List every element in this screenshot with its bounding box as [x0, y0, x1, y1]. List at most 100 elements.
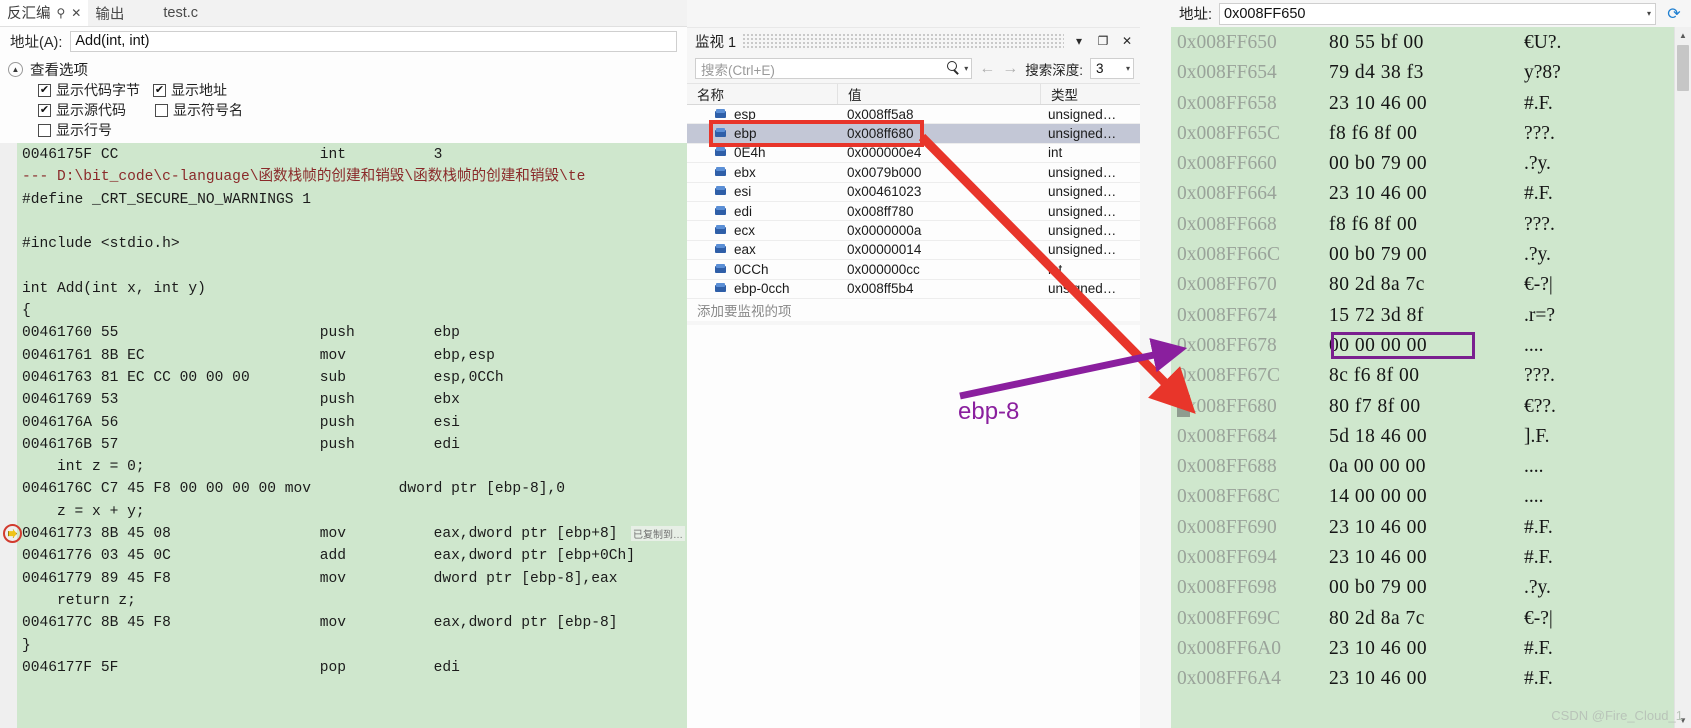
memory-hex-bytes[interactable]: 23 10 46 00: [1329, 513, 1524, 543]
memory-row[interactable]: 0x008FF660 00 b0 79 00 .?y.: [1171, 149, 1691, 179]
watch-cell-value[interactable]: 0x0000000a: [837, 223, 1040, 238]
code-line[interactable]: #define _CRT_SECURE_NO_WARNINGS 1: [22, 189, 687, 211]
memory-row[interactable]: 0x008FF654 79 d4 38 f3 y?8?: [1171, 58, 1691, 88]
checkbox-show-address[interactable]: ✔: [153, 83, 166, 97]
watch-cell-value[interactable]: 0x00000014: [837, 242, 1040, 257]
code-line[interactable]: 00461776 03 45 0C add eax,dword ptr [ebp…: [22, 545, 687, 567]
memory-row[interactable]: 0x008FF67C 8c f6 8f 00???.: [1171, 361, 1691, 391]
refresh-icon[interactable]: ⟳: [1663, 3, 1685, 25]
checkbox-show-code-bytes[interactable]: ✔: [38, 83, 51, 97]
memory-hex-bytes[interactable]: 15 72 3d 8f: [1329, 301, 1524, 331]
code-line[interactable]: #include <stdio.h>: [22, 233, 687, 255]
code-line[interactable]: 0046175F CC int 3: [22, 144, 687, 166]
memory-row[interactable]: 0x008FF684 5d 18 46 00].F.: [1171, 422, 1691, 452]
memory-scrollbar[interactable]: ▲ ▼: [1674, 27, 1691, 728]
memory-row[interactable]: 0x008FF680 80 f7 8f 00 €??.: [1171, 392, 1691, 422]
code-line[interactable]: 00461760 55 push ebp: [22, 322, 687, 344]
code-line[interactable]: --- D:\bit_code\c-language\函数栈帧的创建和销毁\函数…: [22, 166, 687, 188]
memory-row[interactable]: 0x008FF694 23 10 46 00 #.F.: [1171, 543, 1691, 573]
code-line[interactable]: 0046176C C7 45 F8 00 00 00 00 mov dword …: [22, 478, 687, 500]
code-line[interactable]: z = x + y;: [22, 501, 687, 523]
code-line[interactable]: int Add(int x, int y): [22, 278, 687, 300]
code-line[interactable]: [22, 255, 687, 277]
chevron-up-icon[interactable]: ▲: [8, 62, 23, 77]
search-icon[interactable]: [946, 61, 961, 76]
instruction-pointer-icon[interactable]: [3, 524, 22, 544]
table-row[interactable]: esi 0x00461023 unsigned…: [687, 182, 1140, 202]
table-row[interactable]: 0CCh 0x000000cc int: [687, 260, 1140, 280]
memory-hex-bytes[interactable]: 00 b0 79 00: [1329, 149, 1524, 179]
memory-hex-bytes[interactable]: 79 d4 38 f3: [1329, 58, 1524, 88]
memory-hex-bytes[interactable]: 23 10 46 00: [1329, 664, 1524, 694]
search-depth-stepper[interactable]: 3 ▾: [1090, 58, 1134, 79]
memory-hex-bytes[interactable]: 80 55 bf 00: [1329, 28, 1524, 58]
code-line-current[interactable]: 00461773 8B 45 08 mov eax,dword ptr [ebp…: [22, 523, 687, 545]
table-row[interactable]: ebx 0x0079b000 unsigned…: [687, 163, 1140, 183]
memory-row[interactable]: 0x008FF674 15 72 3d 8f .r=?: [1171, 301, 1691, 331]
column-header-type[interactable]: 类型: [1040, 84, 1140, 104]
code-line[interactable]: 0046176A 56 push esi: [22, 412, 687, 434]
memory-hex-bytes[interactable]: 14 00 00 00: [1329, 482, 1524, 512]
code-line[interactable]: 0046176B 57 push edi: [22, 434, 687, 456]
watch-cell-value[interactable]: 0x0079b000: [837, 165, 1040, 180]
memory-row[interactable]: 0x008FF69C 80 2d 8a 7c €-?|: [1171, 604, 1691, 634]
table-row[interactable]: ebp 0x008ff680 unsigned…: [687, 124, 1140, 144]
memory-hex-bytes[interactable]: 00 b0 79 00: [1329, 240, 1524, 270]
code-line[interactable]: }: [22, 635, 687, 657]
watch-add-row[interactable]: 添加要监视的项: [687, 298, 1140, 321]
table-row[interactable]: 0E4h 0x000000e4 int: [687, 143, 1140, 164]
code-line[interactable]: 0046177F 5F pop edi: [22, 657, 687, 679]
memory-row[interactable]: 0x008FF688 0a 00 00 00....: [1171, 452, 1691, 482]
memory-hex-bytes[interactable]: 00 b0 79 00: [1329, 573, 1524, 603]
table-row[interactable]: esp 0x008ff5a8 unsigned…: [687, 105, 1140, 125]
memory-hex-bytes[interactable]: 23 10 46 00: [1329, 543, 1524, 573]
code-line[interactable]: 0046177C 8B 45 F8 mov eax,dword ptr [ebp…: [22, 612, 687, 634]
memory-row[interactable]: 0x008FF690 23 10 46 00 #.F.: [1171, 513, 1691, 543]
memory-hex-bytes[interactable]: 80 2d 8a 7c: [1329, 270, 1524, 300]
chevron-down-icon[interactable]: ▾: [1126, 64, 1130, 73]
memory-hex-bytes[interactable]: 5d 18 46 00: [1329, 422, 1524, 452]
column-header-name[interactable]: 名称: [687, 84, 837, 104]
watch-search-box[interactable]: 搜索(Ctrl+E) ▾: [695, 58, 973, 79]
watch-cell-value[interactable]: 0x00461023: [837, 184, 1040, 199]
memory-row[interactable]: 0x008FF6A4 23 10 46 00 #.F.: [1171, 664, 1691, 694]
code-line[interactable]: [22, 211, 687, 233]
tab-testc[interactable]: test.c: [131, 0, 206, 26]
watch-cell-value[interactable]: 0x000000cc: [837, 262, 1040, 277]
tab-output[interactable]: 输出: [88, 0, 132, 26]
code-line[interactable]: {: [22, 300, 687, 322]
memory-hex-bytes[interactable]: 0a 00 00 00: [1329, 452, 1524, 482]
memory-row[interactable]: 0x008FF664 23 10 46 00 #.F.: [1171, 179, 1691, 209]
nav-back-icon[interactable]: ←: [979, 60, 995, 78]
memory-hex-bytes[interactable]: 00 00 00 00: [1329, 331, 1524, 361]
search-options-caret-icon[interactable]: ▾: [964, 64, 968, 73]
maximize-icon[interactable]: ❐: [1094, 32, 1112, 50]
memory-hex-bytes[interactable]: 23 10 46 00: [1329, 634, 1524, 664]
address-input[interactable]: Add(int, int): [70, 30, 677, 52]
memory-row[interactable]: 0x008FF658 23 10 46 00 #.F.: [1171, 89, 1691, 119]
watch-cell-value[interactable]: 0x008ff5b4: [837, 281, 1040, 296]
memory-row[interactable]: 0x008FF670 80 2d 8a 7c €-?|: [1171, 270, 1691, 300]
memory-row[interactable]: 0x008FF65C f8 f6 8f 00???.: [1171, 119, 1691, 149]
table-row[interactable]: edi 0x008ff780 unsigned…: [687, 201, 1140, 222]
column-header-value[interactable]: 值: [837, 84, 1040, 104]
disassembly-code-area[interactable]: 0046175F CC int 3 --- D:\bit_code\c-langu…: [0, 143, 687, 728]
view-options-header[interactable]: ▲ 查看选项: [8, 59, 687, 80]
checkbox-show-source[interactable]: ✔: [38, 103, 51, 117]
pin-icon[interactable]: ⚲: [57, 7, 66, 19]
table-row[interactable]: eax 0x00000014 unsigned…: [687, 240, 1140, 261]
close-icon[interactable]: ✕: [71, 7, 81, 19]
code-line[interactable]: 00461763 81 EC CC 00 00 00 sub esp,0CCh: [22, 367, 687, 389]
watch-drag-handle[interactable]: [742, 34, 1064, 48]
close-icon[interactable]: ✕: [1118, 32, 1136, 50]
memory-hex-bytes[interactable]: f8 f6 8f 00: [1329, 210, 1524, 240]
watch-cell-value[interactable]: 0x008ff680: [837, 126, 1040, 141]
nav-forward-icon[interactable]: →: [1002, 60, 1018, 78]
memory-body[interactable]: 0x008FF650 80 55 bf 00 €U?. 0x008FF654 79 d4…: [1171, 27, 1691, 728]
code-line[interactable]: int z = 0;: [22, 456, 687, 478]
watch-cell-value[interactable]: 0x008ff5a8: [837, 107, 1040, 122]
checkbox-show-symbol-names[interactable]: [155, 103, 168, 117]
tab-disassembly[interactable]: 反汇编 ⚲ ✕: [0, 0, 89, 26]
watch-cell-value[interactable]: 0x008ff780: [837, 204, 1040, 219]
memory-row[interactable]: 0x008FF678 00 00 00 00....: [1171, 331, 1691, 361]
